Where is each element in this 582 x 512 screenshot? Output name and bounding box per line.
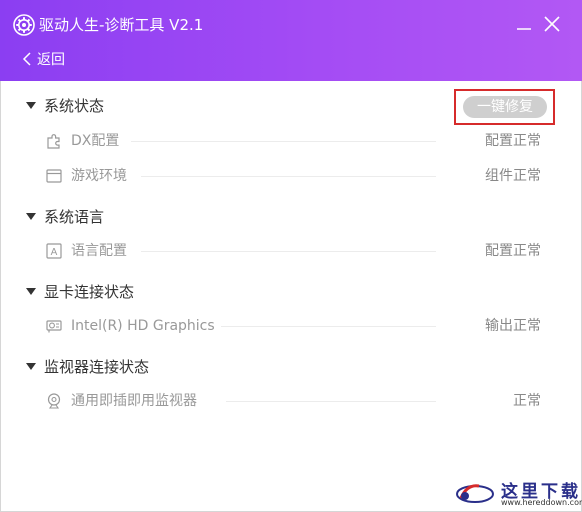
puzzle-icon: [47, 134, 60, 149]
caret-down-icon: [26, 101, 36, 109]
section-system-language[interactable]: 系统语言: [26, 206, 104, 226]
item-label: Intel(R) HD Graphics: [71, 318, 215, 334]
list-item: 游戏环境 组件正常: [1, 166, 582, 186]
caret-down-icon: [26, 287, 36, 295]
item-status: 配置正常: [485, 243, 541, 259]
list-item: DX配置 配置正常: [1, 131, 582, 151]
svg-text:A: A: [51, 247, 58, 258]
title-bar: 驱动人生-诊断工具 V2.1 返回: [0, 0, 582, 81]
section-title: 显卡连接状态: [44, 282, 135, 301]
window-icon: [46, 169, 62, 183]
letter-a-icon: A: [46, 243, 62, 259]
item-label: 通用即插即用监视器: [71, 393, 197, 409]
divider-line: [131, 141, 436, 142]
back-button[interactable]: 返回: [22, 49, 65, 69]
chevron-left-icon: [22, 52, 31, 66]
watermark: 这里下载 www.hereddown.com: [453, 476, 582, 510]
close-button[interactable]: [540, 12, 564, 36]
caret-down-icon: [26, 362, 36, 370]
fix-button-highlight: 一键修复: [454, 89, 555, 125]
divider-line: [221, 326, 436, 327]
item-label: 语言配置: [71, 243, 127, 259]
diagnostic-panel: 一键修复 系统状态 DX配置 配置正常 游戏环境 组件正常 系统语言 A 语言配…: [0, 81, 582, 512]
section-title: 系统状态: [44, 96, 105, 115]
section-gpu-connection[interactable]: 显卡连接状态: [26, 281, 134, 301]
divider-line: [141, 251, 436, 252]
list-item: 通用即插即用监视器 正常: [1, 391, 582, 411]
graphics-card-icon: [46, 320, 62, 333]
item-status: 输出正常: [485, 318, 541, 334]
webcam-icon: [47, 393, 61, 409]
item-label: DX配置: [71, 133, 120, 149]
gear-logo-icon: [13, 14, 35, 36]
section-title: 监视器连接状态: [44, 357, 150, 376]
minimize-button[interactable]: [512, 12, 536, 36]
section-system-status[interactable]: 系统状态: [26, 95, 104, 115]
caret-down-icon: [26, 212, 36, 220]
section-title: 系统语言: [44, 207, 105, 226]
list-item: Intel(R) HD Graphics 输出正常: [1, 316, 582, 336]
item-status: 正常: [513, 393, 541, 409]
list-item: A 语言配置 配置正常: [1, 241, 582, 261]
divider-line: [141, 176, 436, 177]
section-monitor-connection[interactable]: 监视器连接状态: [26, 356, 149, 376]
back-label: 返回: [37, 52, 65, 68]
one-click-fix-button[interactable]: 一键修复: [463, 96, 547, 118]
item-label: 游戏环境: [71, 168, 127, 184]
window-title: 驱动人生-诊断工具 V2.1: [39, 16, 204, 34]
item-status: 组件正常: [485, 168, 541, 184]
watermark-logo-icon: [456, 484, 494, 503]
divider-line: [226, 401, 436, 402]
watermark-url: www.hereddown.com: [501, 498, 582, 507]
item-status: 配置正常: [485, 133, 541, 149]
